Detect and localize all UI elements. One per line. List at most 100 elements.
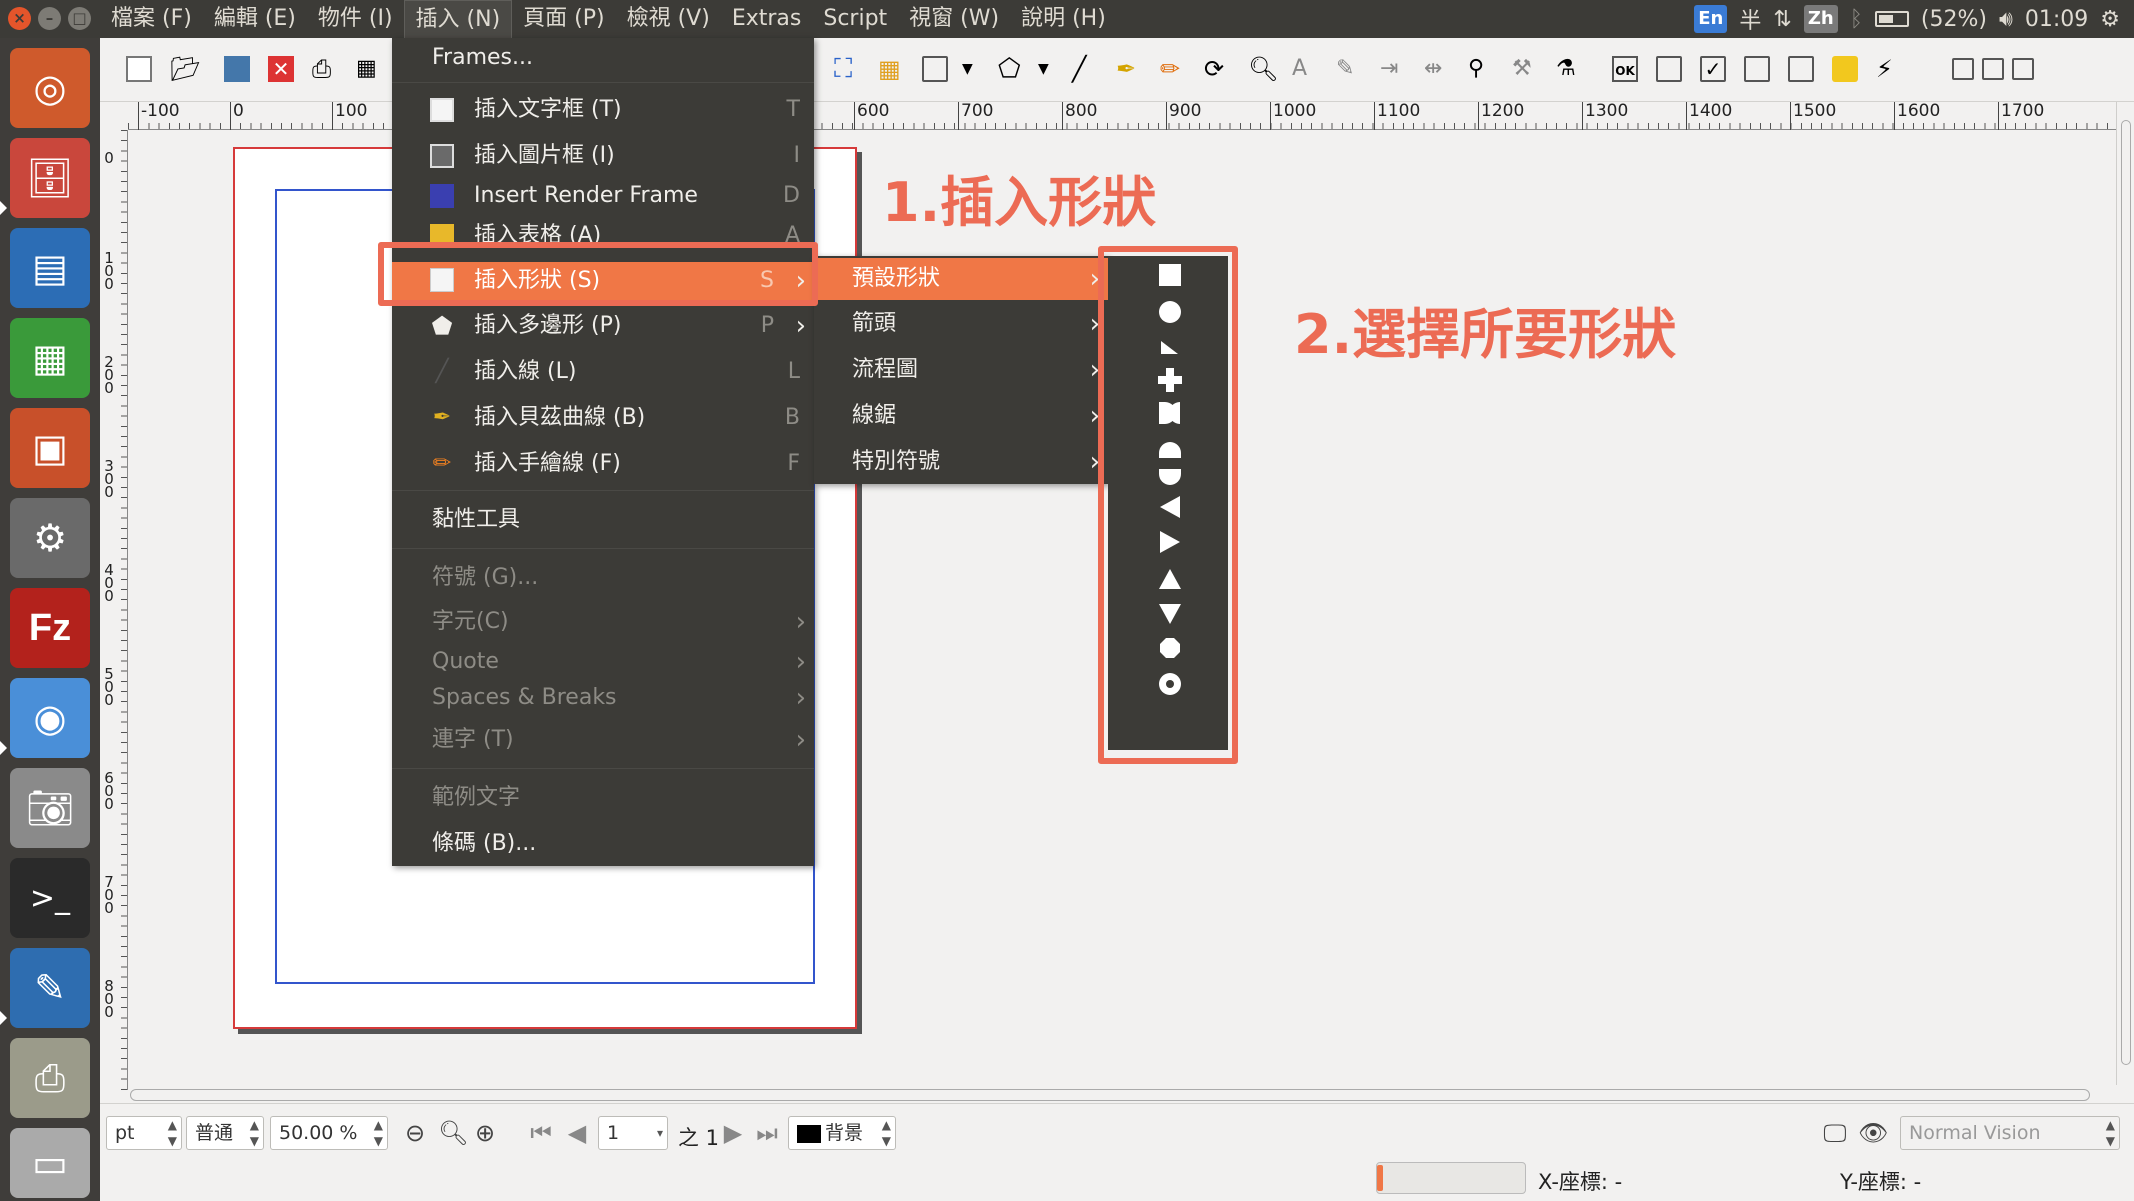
network-icon[interactable]: ⇅: [1773, 7, 1791, 32]
input-method-en[interactable]: En: [1694, 5, 1728, 33]
rotate-tool-icon[interactable]: ⟳: [1204, 56, 1230, 82]
eyedropper-icon[interactable]: ⚗: [1556, 56, 1582, 82]
zoom-out-icon[interactable]: ⊖: [402, 1120, 428, 1146]
menu-item-sticky-tools[interactable]: 黏性工具: [392, 502, 814, 538]
menu-extras[interactable]: Extras: [721, 0, 813, 38]
zoom-in-icon[interactable]: ⊕: [472, 1120, 498, 1146]
window-close-button[interactable]: ×: [8, 7, 31, 30]
menu-insert[interactable]: 插入 (N): [403, 0, 513, 38]
polygon-tool-icon[interactable]: ⬠: [998, 56, 1024, 82]
print-icon[interactable]: ⎙: [312, 56, 338, 82]
scribus-icon[interactable]: ✎: [10, 948, 90, 1028]
pdf-checkbox-icon[interactable]: ✓: [1700, 56, 1726, 82]
zoom-tool-icon[interactable]: 🔍︎: [1248, 56, 1278, 82]
vertical-scrollbar[interactable]: [2116, 102, 2134, 1085]
files-icon[interactable]: 🗄︎: [10, 138, 90, 218]
menu-window[interactable]: 視窗 (W): [898, 0, 1010, 38]
menu-item-insert-image-frame[interactable]: 插入圖片框 (I) I: [392, 138, 814, 174]
display-icon[interactable]: 🖵︎: [1822, 1120, 1848, 1146]
settings-icon[interactable]: ⚙: [10, 498, 90, 578]
menu-view[interactable]: 檢視 (V): [616, 0, 721, 38]
chevron-down-icon[interactable]: ▼: [962, 56, 988, 82]
menu-item-insert-polygon[interactable]: ⬟ 插入多邊形 (P) P ›: [392, 308, 814, 344]
next-page-icon[interactable]: ▶: [720, 1120, 746, 1146]
pdf-link-icon[interactable]: ⚡: [1876, 56, 1902, 82]
line-tool-icon[interactable]: ╱: [1072, 56, 1098, 82]
fullscreen-icon[interactable]: [2012, 58, 2034, 80]
mode-select[interactable]: 普通 ▲ ▼: [186, 1116, 264, 1150]
vision-select[interactable]: Normal Vision ▲ ▼: [1900, 1116, 2120, 1150]
menu-item[interactable]: 物件 (I): [307, 0, 404, 38]
freehand-tool-icon[interactable]: ✏: [1160, 56, 1186, 82]
window-minimize-button[interactable]: –: [38, 7, 61, 30]
bluetooth-icon[interactable]: ᛒ: [1850, 7, 1863, 32]
layer-select[interactable]: 背景 ▲ ▼: [788, 1116, 896, 1150]
pdf-annotation-icon[interactable]: [1832, 56, 1858, 82]
menu-edit[interactable]: 編輯 (E): [203, 0, 307, 38]
horizontal-scrollbar[interactable]: [128, 1085, 2116, 1103]
input-method-zh[interactable]: Zh: [1803, 5, 1838, 33]
menu-file[interactable]: 檔案 (F): [100, 0, 203, 38]
submenu-item-special[interactable]: 特別符號 ›: [814, 444, 1108, 480]
edit-text-icon[interactable]: A: [1292, 56, 1318, 82]
menu-item-insert-bezier[interactable]: ✒ 插入貝茲曲線 (B) B: [392, 400, 814, 436]
save-icon[interactable]: [224, 56, 250, 82]
volume-icon[interactable]: 🔊︎: [1999, 7, 2013, 32]
zoom-input[interactable]: 50.00 % ▲ ▼: [270, 1116, 388, 1150]
menu-page[interactable]: 頁面 (P): [512, 0, 615, 38]
ubuntu-logo-icon[interactable]: ◎: [10, 48, 90, 128]
chromium-icon[interactable]: ◉: [10, 678, 90, 758]
zoom-100-icon[interactable]: 🔍︎: [438, 1120, 468, 1146]
drive-icon[interactable]: ▭: [10, 1128, 90, 1198]
writer-icon[interactable]: ▤: [10, 228, 90, 308]
half-width-indicator[interactable]: 半: [1739, 3, 1761, 35]
menu-item-insert-line[interactable]: ╱ 插入線 (L) L: [392, 354, 814, 390]
terminal-icon[interactable]: >_: [10, 858, 90, 938]
menu-item-barcode[interactable]: 條碼 (B)...: [392, 826, 814, 862]
scanner-icon[interactable]: ⎙: [10, 1038, 90, 1118]
chevron-down-icon[interactable]: ▼: [1038, 56, 1064, 82]
menu-item-insert-text-frame[interactable]: 插入文字框 (T) T: [392, 92, 814, 128]
pdf-combobox-icon[interactable]: [1744, 56, 1770, 82]
submenu-item-arrows[interactable]: 箭頭 ›: [814, 306, 1108, 342]
pdf-listbox-icon[interactable]: [1788, 56, 1814, 82]
camera-icon[interactable]: 📷︎: [10, 768, 90, 848]
menu-script[interactable]: Script: [812, 0, 898, 38]
unlink-frames-icon[interactable]: ⇹: [1424, 56, 1450, 82]
page-select[interactable]: 1 ▾: [598, 1116, 668, 1150]
close-document-icon[interactable]: ✕: [268, 56, 294, 82]
open-folder-icon[interactable]: 📂︎: [170, 56, 200, 82]
first-page-icon[interactable]: ⏮: [528, 1120, 554, 1146]
window-maximize-button[interactable]: □: [68, 7, 91, 30]
filezilla-icon[interactable]: Fz: [10, 588, 90, 668]
preflight-icon[interactable]: ▦: [356, 56, 382, 82]
unit-select[interactable]: pt ▲ ▼: [106, 1116, 182, 1150]
pdf-button-icon[interactable]: OK: [1612, 56, 1638, 82]
submenu-item-jigsaw[interactable]: 線鋸 ›: [814, 398, 1108, 434]
measure-icon[interactable]: ⚲: [1468, 56, 1494, 82]
new-document-icon[interactable]: [126, 56, 152, 82]
previous-page-icon[interactable]: ◀: [564, 1120, 590, 1146]
menu-item-insert-freehand[interactable]: ✏ 插入手繪線 (F) F: [392, 446, 814, 482]
copy-properties-icon[interactable]: ⚒: [1512, 56, 1538, 82]
pdf-textfield-icon[interactable]: [1656, 56, 1682, 82]
eye-icon[interactable]: [1952, 58, 1974, 80]
impress-icon[interactable]: ▣: [10, 408, 90, 488]
gear-icon[interactable]: ⚙: [2100, 7, 2120, 32]
bezier-tool-icon[interactable]: ✒: [1116, 56, 1142, 82]
battery-icon[interactable]: [1874, 11, 1909, 27]
story-editor-icon[interactable]: ✎: [1336, 56, 1362, 82]
shape-tool-icon[interactable]: [922, 56, 948, 82]
last-page-icon[interactable]: ⏭: [754, 1120, 780, 1146]
eye-icon[interactable]: 👁︎: [1858, 1120, 1888, 1146]
select-tool-icon[interactable]: ⛶: [834, 56, 860, 82]
link-frames-icon[interactable]: ⇥: [1380, 56, 1406, 82]
menu-help[interactable]: 說明 (H): [1010, 0, 1117, 38]
submenu-item-default-shapes[interactable]: 預設形狀 ›: [814, 258, 1108, 300]
table-tool-icon[interactable]: ▦: [878, 56, 904, 82]
clock[interactable]: 01:09: [2025, 7, 2088, 32]
calc-icon[interactable]: ▦: [10, 318, 90, 398]
menu-item-frames[interactable]: Frames...: [392, 40, 814, 76]
submenu-item-flowchart[interactable]: 流程圖 ›: [814, 352, 1108, 388]
preview-icon[interactable]: [1982, 58, 2004, 80]
